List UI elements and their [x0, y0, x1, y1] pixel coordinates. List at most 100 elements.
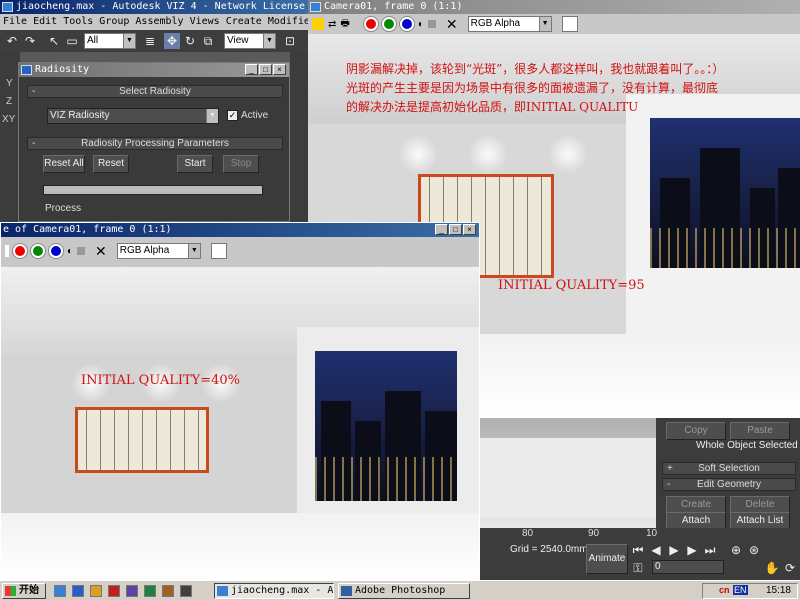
zoom-icon[interactable]: ⊕	[728, 542, 744, 558]
print-icon[interactable]: 🖶	[340, 16, 349, 33]
channel-select[interactable]: RGB Alpha ▼	[467, 16, 552, 32]
undo-icon[interactable]: ↶	[4, 33, 20, 49]
task-viz[interactable]: jiaocheng.max - Aut...	[214, 583, 334, 599]
active-checkbox[interactable]: ✓	[227, 110, 238, 121]
close-icon[interactable]: ×	[463, 224, 476, 235]
ruler-tick: 90	[588, 528, 600, 539]
menu-file[interactable]: File	[3, 14, 27, 30]
scale-icon[interactable]: ⧉	[200, 33, 216, 49]
green-channel-icon[interactable]	[31, 244, 45, 258]
frame-field[interactable]: 0	[652, 560, 724, 574]
move-icon[interactable]: ✥	[164, 33, 180, 49]
desktop-icon[interactable]	[54, 585, 66, 597]
radiosity-titlebar[interactable]: Radiosity _ □ ×	[19, 63, 289, 77]
app-shortcut-icon[interactable]	[162, 585, 174, 597]
selection-filter-select[interactable]: All ▼	[84, 33, 136, 49]
frame-front-titlebar[interactable]: e of Camera01, frame 0 (1:1) _ □ ×	[1, 223, 479, 237]
language-indicator[interactable]: EN	[733, 585, 748, 595]
clone-icon[interactable]: ⇄	[328, 19, 336, 30]
edit-geometry-rollout[interactable]: - Edit Geometry	[662, 478, 796, 491]
collapse-icon: -	[32, 86, 36, 97]
select-radiosity-rollout[interactable]: - Select Radiosity	[27, 85, 283, 98]
menu-group[interactable]: Group	[99, 14, 129, 30]
radiosity-engine-select[interactable]: VIZ Radiosity ▼	[47, 108, 219, 124]
start-button[interactable]: 开始	[2, 583, 46, 599]
app-titlebar[interactable]: jiaocheng.max - Autodesk VIZ 4 - Network…	[0, 0, 310, 14]
app-shortcut-icon[interactable]	[108, 585, 120, 597]
mono-icon[interactable]	[427, 20, 436, 28]
play-icon[interactable]: ▶	[666, 542, 682, 558]
windows-logo-icon	[5, 586, 16, 596]
menu-assembly[interactable]: Assembly	[135, 14, 183, 30]
mono-icon[interactable]	[77, 247, 86, 255]
maximize-icon[interactable]: □	[449, 224, 462, 235]
animate-button[interactable]: Animate	[586, 544, 628, 574]
clear-icon[interactable]: ✕	[95, 243, 107, 260]
reference-coord-select[interactable]: View ▼	[224, 33, 276, 49]
chevron-down-icon: ▼	[538, 17, 551, 31]
channel-select[interactable]: RGB Alpha ▼	[116, 243, 201, 259]
reset-button[interactable]: Reset	[93, 155, 129, 173]
next-frame-icon[interactable]: ▶	[684, 542, 700, 558]
pivot-icon[interactable]: ⊡	[282, 33, 298, 49]
app-icon	[2, 2, 13, 12]
start-button[interactable]: Start	[177, 155, 213, 173]
select-icon[interactable]: ↖	[46, 33, 62, 49]
axis-label: XY	[2, 114, 16, 125]
ie-icon[interactable]	[72, 585, 84, 597]
red-channel-icon[interactable]	[13, 244, 27, 258]
minimize-icon[interactable]: _	[435, 224, 448, 235]
minimize-icon[interactable]: _	[245, 64, 258, 75]
time-ruler: 80 90 10	[480, 528, 800, 540]
pan-icon[interactable]: ✋	[764, 560, 780, 576]
goto-start-icon[interactable]: ⏮	[630, 542, 646, 558]
arc-rotate-icon[interactable]: ⟳	[782, 560, 798, 576]
outlook-icon[interactable]	[90, 585, 102, 597]
prev-frame-icon[interactable]: ◀	[648, 542, 664, 558]
select-by-name-icon[interactable]: ≣	[142, 33, 158, 49]
save-bitmap-icon[interactable]	[312, 18, 324, 30]
alpha-channel-icon[interactable]: ◐	[418, 19, 424, 30]
process-label: Process	[45, 203, 82, 214]
blue-channel-icon[interactable]	[399, 17, 414, 31]
close-icon[interactable]: ×	[273, 64, 286, 75]
frame-back-titlebar[interactable]: Camera01, frame 0 (1:1)	[308, 0, 800, 14]
green-channel-icon[interactable]	[381, 17, 396, 31]
background-color-swatch[interactable]	[561, 16, 578, 32]
menu-tools[interactable]: Tools	[63, 14, 93, 30]
zoom-all-icon[interactable]: ⊛	[746, 542, 762, 558]
progress-bar	[43, 185, 263, 195]
radiosity-icon	[21, 65, 32, 75]
maximize-icon[interactable]: □	[259, 64, 272, 75]
select-region-icon[interactable]: ▭	[64, 33, 80, 49]
ime-indicator[interactable]: cn	[719, 585, 730, 595]
stop-button[interactable]: Stop	[223, 155, 259, 173]
task-photoshop[interactable]: Adobe Photoshop	[338, 583, 470, 599]
key-icon[interactable]: ⚿	[630, 560, 646, 576]
radiosity-dialog: Radiosity _ □ × - Select Radiosity VIZ R…	[18, 62, 290, 222]
app-shortcut-icon[interactable]	[144, 585, 156, 597]
menu-views[interactable]: Views	[190, 14, 220, 30]
rotate-icon[interactable]: ↻	[182, 33, 198, 49]
copy-button[interactable]: Copy	[666, 422, 726, 440]
red-channel-icon[interactable]	[363, 17, 378, 31]
goto-end-icon[interactable]: ⏭	[702, 542, 718, 558]
blue-channel-icon[interactable]	[49, 244, 63, 258]
menu-create[interactable]: Create	[226, 14, 262, 30]
background-color-swatch[interactable]	[210, 243, 227, 259]
frame-window-icon	[310, 2, 321, 12]
clear-icon[interactable]: ✕	[446, 16, 458, 33]
menu-edit[interactable]: Edit	[33, 14, 57, 30]
app-shortcut-icon[interactable]	[126, 585, 138, 597]
app-shortcut-icon[interactable]	[180, 585, 192, 597]
soft-selection-rollout[interactable]: + Soft Selection	[662, 462, 796, 475]
processing-rollout[interactable]: - Radiosity Processing Parameters	[27, 137, 283, 150]
frame-back-toolbar: ⇄ 🖶 ◐ ✕ RGB Alpha ▼	[308, 14, 800, 34]
command-panel: Copy Paste Whole Object Selected + Soft S…	[656, 418, 800, 538]
spot-light	[398, 134, 438, 174]
paste-button[interactable]: Paste	[730, 422, 790, 440]
redo-icon[interactable]: ↷	[22, 33, 38, 49]
reset-all-button[interactable]: Reset All	[43, 155, 85, 173]
save-bitmap-icon[interactable]	[5, 245, 9, 257]
alpha-channel-icon[interactable]: ◐	[67, 246, 73, 257]
